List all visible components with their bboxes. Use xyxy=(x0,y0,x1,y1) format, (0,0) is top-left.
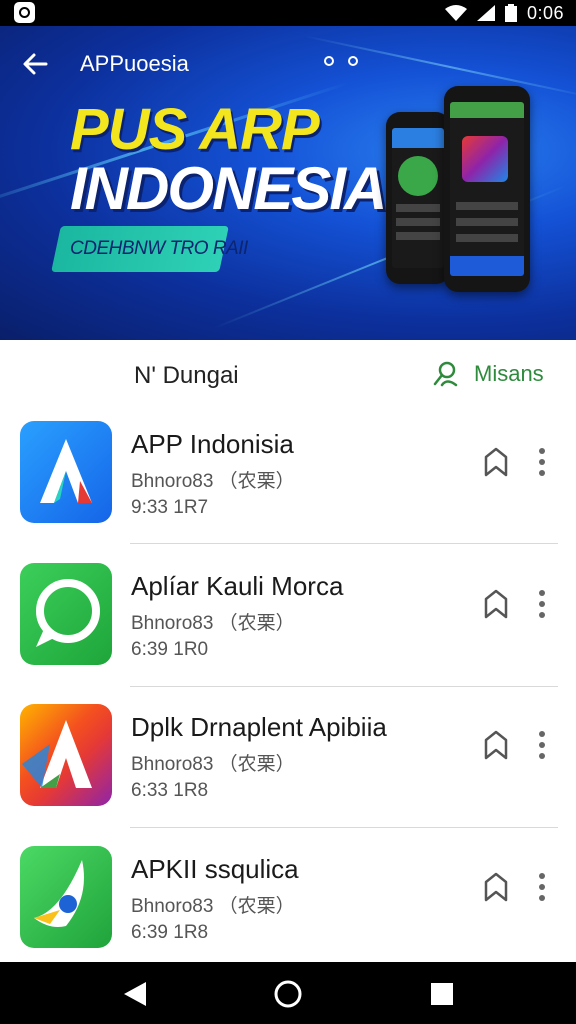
more-vertical-icon[interactable] xyxy=(530,870,554,904)
section-title: N' Dungai xyxy=(134,362,239,389)
bookmark-icon[interactable] xyxy=(482,447,510,477)
status-indicators: 0:06 xyxy=(444,0,564,26)
status-time: 0:06 xyxy=(526,2,564,23)
phone-mockup-front xyxy=(444,86,530,292)
person-search-icon xyxy=(433,361,458,387)
menu-dots-icon[interactable] xyxy=(324,56,358,66)
app-name: APKII ssqulica xyxy=(131,854,299,884)
signal-icon xyxy=(476,5,495,21)
app-name: APP Indonisia xyxy=(131,429,294,459)
more-vertical-icon[interactable] xyxy=(530,728,554,762)
bookmark-icon[interactable] xyxy=(482,589,510,619)
list-divider xyxy=(130,686,558,687)
wifi-icon xyxy=(444,5,467,21)
more-vertical-icon[interactable] xyxy=(530,587,554,621)
app-meta: 6:39 1R8 xyxy=(131,922,209,943)
nav-recents-icon[interactable] xyxy=(426,978,458,1010)
app-developer: Bhnoro83 （农栗） xyxy=(131,754,295,775)
more-vertical-icon[interactable] xyxy=(530,445,554,479)
nav-home-icon[interactable] xyxy=(272,978,304,1010)
bookmark-icon[interactable] xyxy=(482,730,510,760)
bookmark-icon[interactable] xyxy=(482,872,510,902)
back-arrow-icon[interactable] xyxy=(20,48,52,80)
app-developer: Bhnoro83 （农栗） xyxy=(131,471,295,492)
app-icon xyxy=(20,421,112,523)
banner-ribbon-text: CDEHBNW TRO RAII xyxy=(70,238,248,259)
app-name: Dplk Drnaplent Apibiia xyxy=(131,712,387,742)
banner-title: APPuoesia xyxy=(80,51,189,76)
app-icon xyxy=(20,846,112,948)
banner-light-streak xyxy=(303,34,576,100)
nav-back-icon[interactable] xyxy=(120,978,152,1010)
battery-icon xyxy=(504,4,517,22)
list-item[interactable]: Aplíar Kauli Morca Bhnoro83 （农栗） 6:39 1R… xyxy=(0,563,576,703)
list-divider xyxy=(130,543,558,544)
banner-headline-country: INDONESIA xyxy=(70,155,387,222)
list-item[interactable]: APP Indonisia Bhnoro83 （农栗） 9:33 1R7 xyxy=(0,421,576,561)
system-nav-bar xyxy=(0,962,576,1024)
app-meta: 9:33 1R7 xyxy=(131,497,209,518)
section-action-button[interactable]: Misans xyxy=(432,360,544,388)
status-bar: 0:06 xyxy=(0,0,576,26)
app-meta: 6:39 1R0 xyxy=(131,639,209,660)
list-divider xyxy=(130,827,558,828)
list-item[interactable]: Dplk Drnaplent Apibiia Bhnoro83 （农栗） 6:3… xyxy=(0,704,576,844)
app-meta: 6:33 1R8 xyxy=(131,780,209,801)
phone-mockup-back xyxy=(386,112,450,284)
app-icon xyxy=(20,704,112,806)
app-icon xyxy=(20,563,112,665)
hero-banner: APPuoesia PUS ARP INDONESIA CDEHBNW TRO … xyxy=(0,26,576,340)
banner-headline: PUS ARP xyxy=(70,97,320,162)
notification-app-icon xyxy=(14,2,35,23)
app-developer: Bhnoro83 （农栗） xyxy=(131,896,295,917)
section-action-label: Misans xyxy=(474,361,544,386)
app-developer: Bhnoro83 （农栗） xyxy=(131,613,295,634)
app-name: Aplíar Kauli Morca xyxy=(131,571,344,601)
